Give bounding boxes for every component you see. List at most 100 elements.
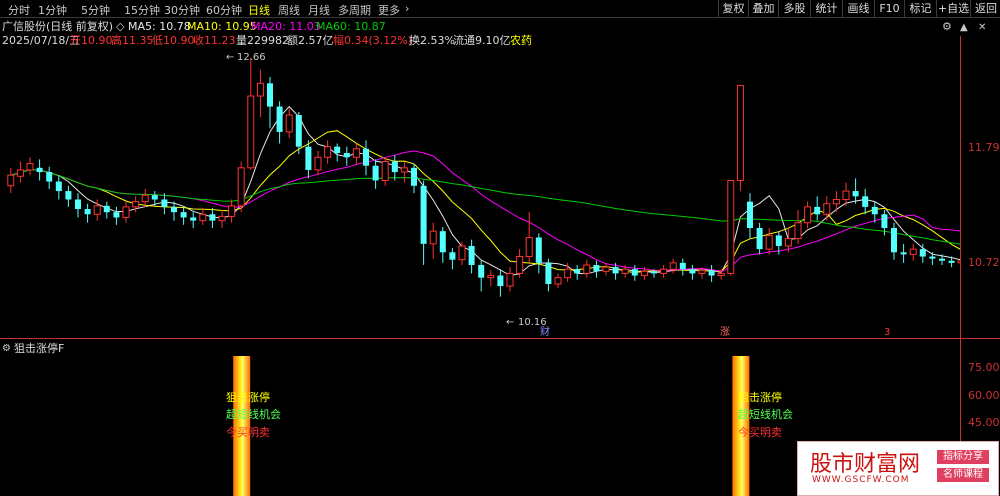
candle[interactable] — [478, 260, 485, 292]
candle[interactable] — [161, 193, 168, 215]
candle[interactable] — [814, 196, 821, 221]
candle[interactable] — [708, 264, 715, 282]
candle[interactable] — [256, 69, 264, 118]
candle[interactable] — [574, 264, 581, 280]
candle[interactable] — [16, 161, 24, 183]
candle[interactable] — [449, 248, 456, 270]
multi-stock-button[interactable]: 多股 — [778, 0, 810, 17]
candle[interactable] — [218, 210, 226, 229]
candle[interactable] — [171, 201, 177, 221]
candle[interactable] — [228, 199, 236, 223]
collapse-up-icon[interactable]: ▲ — [960, 21, 968, 34]
more-chevron-icon[interactable]: › — [405, 2, 409, 15]
candle[interactable] — [631, 264, 638, 281]
candle[interactable] — [891, 222, 897, 260]
candle[interactable] — [583, 259, 591, 278]
candle[interactable] — [381, 157, 389, 186]
candle[interactable] — [593, 260, 600, 278]
candle[interactable] — [554, 273, 562, 289]
candle[interactable] — [190, 212, 197, 229]
candle[interactable] — [276, 101, 283, 144]
candle[interactable] — [871, 201, 878, 223]
candle[interactable] — [909, 243, 917, 261]
tab-more[interactable]: 更多 — [378, 2, 400, 18]
candle[interactable] — [756, 222, 763, 255]
candle[interactable] — [727, 179, 735, 276]
tab-15min[interactable]: 15分钟 — [124, 2, 160, 18]
add-watchlist-button[interactable]: +自选 — [936, 0, 970, 17]
candle[interactable] — [852, 178, 859, 204]
candle[interactable] — [237, 161, 245, 213]
candle[interactable] — [400, 161, 408, 183]
candle[interactable] — [497, 269, 504, 297]
candle[interactable] — [689, 264, 696, 280]
candle[interactable] — [516, 249, 524, 278]
mark-button[interactable]: 标记 — [904, 0, 936, 17]
candle[interactable] — [765, 228, 773, 255]
candle[interactable] — [314, 150, 322, 176]
candle[interactable] — [65, 185, 72, 207]
candle[interactable] — [429, 222, 437, 259]
candle[interactable] — [804, 201, 812, 229]
candle[interactable] — [391, 155, 398, 181]
candle[interactable] — [372, 159, 379, 189]
candle[interactable] — [7, 167, 15, 194]
candle[interactable] — [660, 264, 668, 278]
candle[interactable] — [343, 146, 350, 166]
candle[interactable] — [794, 210, 802, 244]
candle[interactable] — [832, 191, 840, 213]
candle[interactable] — [602, 262, 610, 276]
candle[interactable] — [411, 163, 417, 194]
candle[interactable] — [900, 243, 907, 263]
candle[interactable] — [36, 159, 43, 181]
candle[interactable] — [324, 140, 332, 164]
candle[interactable] — [180, 206, 187, 225]
candle[interactable] — [113, 206, 120, 225]
tab-daily[interactable]: 日线 — [248, 2, 270, 18]
ma-toggle-icon[interactable]: ◇ — [116, 20, 124, 33]
tab-weekly[interactable]: 周线 — [278, 2, 300, 18]
tab-30min[interactable]: 30分钟 — [164, 2, 200, 18]
statistics-button[interactable]: 统计 — [810, 0, 842, 17]
tab-60min[interactable]: 60分钟 — [206, 2, 242, 18]
candle[interactable] — [352, 143, 360, 165]
candle[interactable] — [141, 188, 149, 207]
candle[interactable] — [525, 212, 533, 263]
tab-5min[interactable]: 5分钟 — [81, 2, 110, 18]
candle[interactable] — [545, 258, 552, 292]
overlay-button[interactable]: 叠加 — [748, 0, 778, 17]
candle[interactable] — [736, 84, 744, 192]
candle[interactable] — [46, 166, 53, 189]
tab-intraday[interactable]: 分时 — [8, 2, 30, 18]
candle[interactable] — [26, 157, 34, 176]
candle[interactable] — [122, 201, 130, 223]
candle[interactable] — [679, 258, 686, 276]
candle[interactable] — [439, 226, 446, 263]
candle[interactable] — [285, 108, 293, 139]
tab-monthly[interactable]: 月线 — [308, 2, 330, 18]
candle[interactable] — [506, 267, 514, 292]
candle[interactable] — [420, 180, 427, 265]
candle[interactable] — [103, 201, 110, 219]
candle[interactable] — [55, 175, 62, 200]
candle[interactable] — [84, 203, 91, 223]
candle[interactable] — [468, 239, 475, 274]
tab-1min[interactable]: 1分钟 — [38, 2, 67, 18]
adjust-button[interactable]: 复权 — [718, 0, 748, 17]
candle[interactable] — [487, 270, 495, 287]
candlestick-chart[interactable] — [0, 36, 960, 338]
candle[interactable] — [75, 193, 81, 218]
back-button[interactable]: 返回 — [970, 0, 1000, 17]
candle[interactable] — [199, 207, 207, 225]
candle[interactable] — [247, 58, 255, 170]
candle[interactable] — [363, 140, 369, 176]
candle[interactable] — [862, 188, 869, 215]
tab-multi-period[interactable]: 多周期 — [338, 2, 371, 18]
settings-gear-icon[interactable]: ⚙ — [942, 20, 952, 33]
candle[interactable] — [334, 143, 341, 162]
candle[interactable] — [458, 241, 466, 265]
f10-button[interactable]: F10 — [874, 0, 904, 17]
candle[interactable] — [747, 193, 753, 239]
draw-line-button[interactable]: 画线 — [842, 0, 874, 17]
candle[interactable] — [209, 207, 216, 229]
